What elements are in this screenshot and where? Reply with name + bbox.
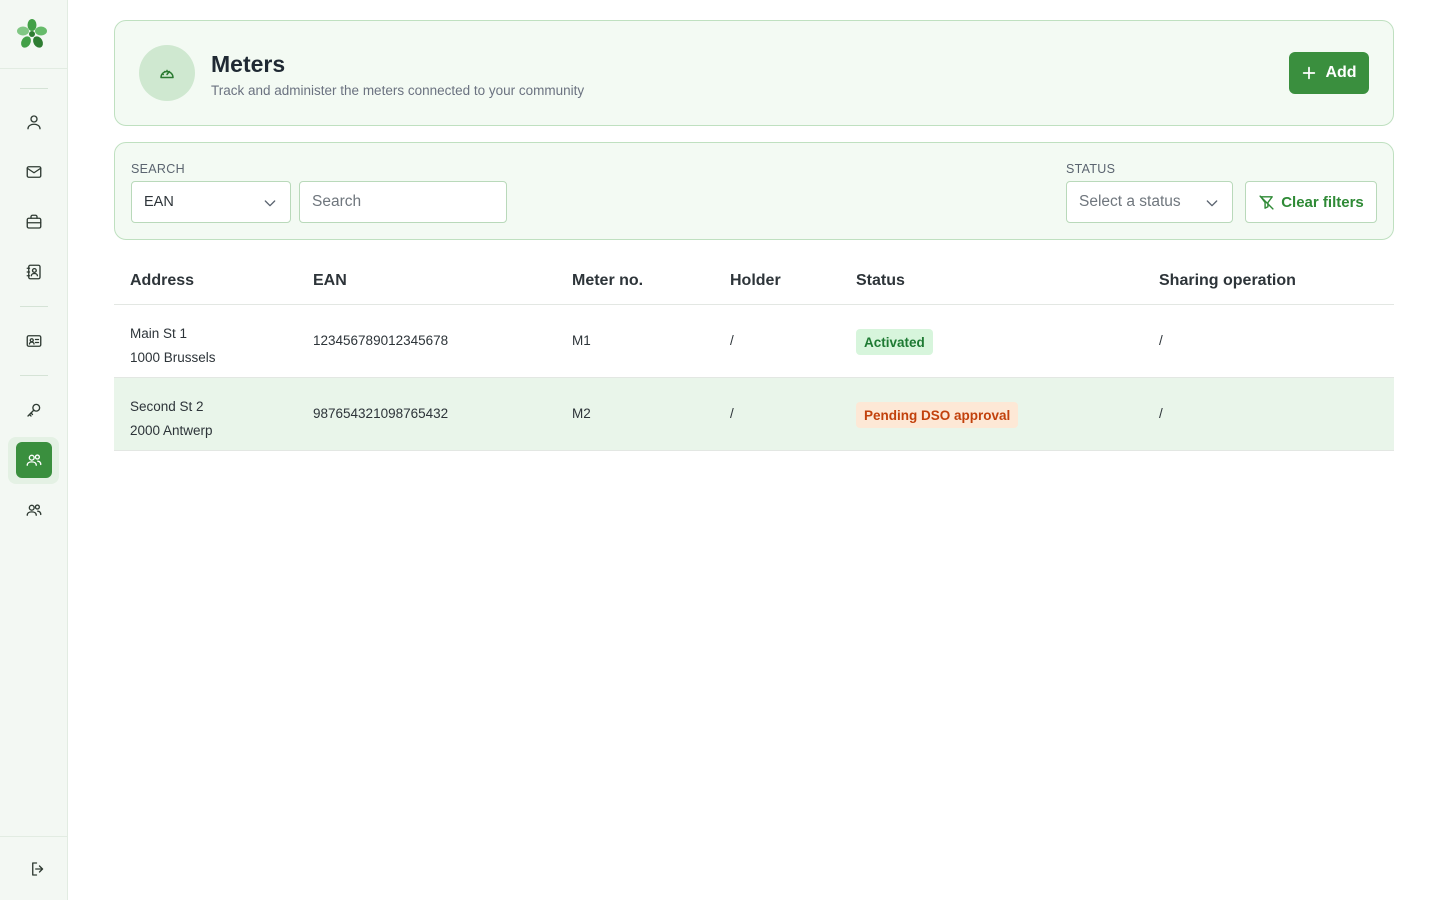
app: Meters Track and administer the meters c… [0, 0, 1440, 900]
column-header-ean[interactable]: EAN [313, 272, 347, 290]
sharing-operation-cell: / [1159, 406, 1163, 421]
contact-book-icon [26, 264, 41, 280]
users-icon [26, 454, 42, 466]
address-cell: Second St 2 2000 Antwerp [130, 395, 213, 443]
sidebar-item-members[interactable] [16, 323, 52, 359]
gauge-icon [139, 45, 195, 101]
holder-cell: / [730, 333, 734, 348]
clear-filters-button[interactable]: Clear filters [1245, 181, 1377, 223]
sidebar-item-contacts[interactable] [16, 254, 52, 290]
sidebar-item-organisations[interactable] [16, 204, 52, 240]
sidebar-divider [0, 68, 68, 69]
column-header-holder[interactable]: Holder [730, 272, 781, 290]
search-field-select[interactable]: EAN [131, 181, 291, 223]
user-icon [27, 115, 41, 130]
column-header-status[interactable]: Status [856, 272, 905, 290]
address-street: Main St 1 [130, 326, 188, 341]
sidebar-item-mail[interactable] [16, 154, 52, 190]
column-header-sharing-operation[interactable]: Sharing operation [1159, 272, 1296, 290]
ean-cell: 987654321098765432 [313, 406, 449, 421]
sidebar-item-meters[interactable] [16, 442, 52, 478]
plus-icon [1303, 66, 1316, 80]
column-header-meter-no[interactable]: Meter no. [572, 272, 643, 290]
holder-cell: / [730, 406, 734, 421]
search-label: SEARCH [131, 162, 185, 176]
id-card-icon [26, 335, 42, 347]
search-input[interactable] [299, 181, 507, 223]
filter-panel: SEARCH EAN STATUS Select a status Clear … [114, 142, 1394, 240]
page-header: Meters Track and administer the meters c… [114, 20, 1394, 126]
status-badge: Pending DSO approval [856, 402, 1019, 428]
page-title: Meters [211, 51, 286, 77]
sidebar-item-users[interactable] [16, 492, 52, 528]
page-subtitle: Track and administer the meters connecte… [211, 83, 585, 98]
status-badge: Activated [856, 329, 933, 355]
address-cell: Main St 1 1000 Brussels [130, 322, 216, 370]
status-select-placeholder: Select a status [1079, 193, 1181, 210]
sidebar-divider [0, 836, 68, 837]
logout-button[interactable] [20, 851, 56, 887]
column-header-address[interactable]: Address [130, 272, 194, 290]
sidebar-separator [20, 88, 48, 89]
filter-off-icon [1259, 194, 1274, 210]
table-row[interactable]: Second St 2 2000 Antwerp 987654321098765… [114, 378, 1394, 451]
meter-no-cell: M2 [572, 406, 591, 421]
logo-icon[interactable] [16, 18, 48, 50]
meter-no-cell: M1 [572, 333, 591, 348]
table-row[interactable]: Main St 1 1000 Brussels 1234567890123456… [114, 305, 1394, 378]
search-field-value: EAN [144, 194, 174, 210]
users-icon [26, 504, 42, 516]
key-icon [27, 403, 41, 417]
status-label: STATUS [1066, 162, 1116, 176]
sidebar-separator [20, 375, 48, 376]
sidebar-item-profile[interactable] [16, 104, 52, 140]
sidebar-item-keys[interactable] [16, 392, 52, 428]
sidebar [0, 0, 68, 900]
table-header: Address EAN Meter no. Holder Status Shar… [114, 256, 1394, 305]
sidebar-separator [20, 306, 48, 307]
mail-icon [26, 166, 42, 178]
address-city: 2000 Antwerp [130, 423, 213, 438]
logout-icon [32, 862, 44, 876]
status-select[interactable]: Select a status [1066, 181, 1233, 223]
meters-table: Address EAN Meter no. Holder Status Shar… [114, 256, 1394, 451]
chevron-down-icon [1206, 200, 1218, 207]
chevron-down-icon [264, 200, 276, 207]
address-street: Second St 2 [130, 399, 204, 414]
ean-cell: 123456789012345678 [313, 333, 449, 348]
briefcase-icon [26, 214, 42, 229]
add-button-label: Add [1325, 64, 1357, 81]
add-meter-button[interactable]: Add [1289, 52, 1369, 94]
sharing-operation-cell: / [1159, 333, 1163, 348]
address-city: 1000 Brussels [130, 350, 216, 365]
clear-filters-label: Clear filters [1281, 193, 1364, 211]
